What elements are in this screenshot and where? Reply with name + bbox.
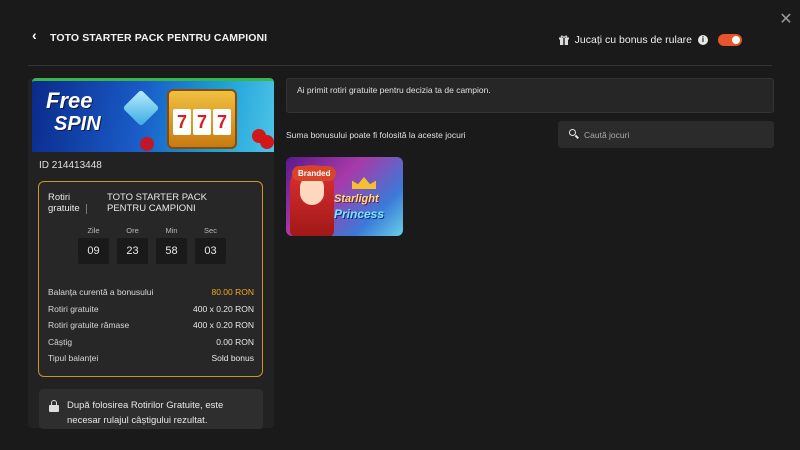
- info-value: 80.00 RON: [211, 287, 254, 297]
- info-value: Sold bonus: [211, 353, 254, 363]
- lock-icon: [49, 400, 59, 412]
- info-row-free-spins: Rotiri gratuite 400 x 0.20 RON: [48, 304, 254, 321]
- bonus-rollover-toggle-group: Jucați cu bonus de rulare i: [558, 34, 742, 46]
- game-logo-line1: Starlight: [334, 193, 379, 205]
- game-logo-line2: Princess: [334, 207, 385, 221]
- search-icon: [569, 129, 579, 139]
- info-row-remaining-spins: Rotiri gratuite rămase 400 x 0.20 RON: [48, 320, 254, 337]
- free-spin-banner: Free SPIN 7 7 7: [32, 78, 274, 152]
- timer-label: Sec: [204, 226, 217, 235]
- bonus-id: ID 214413448: [39, 160, 102, 171]
- header-divider: [28, 65, 772, 66]
- timer-hours: Ore 23: [117, 226, 148, 264]
- page-title: TOTO STARTER PACK PENTRU CAMPIONI: [50, 32, 268, 44]
- info-icon[interactable]: i: [698, 35, 708, 45]
- info-label: Rotiri gratuite rămase: [48, 320, 130, 330]
- info-row-current-balance: Balanța curentă a bonusului 80.00 RON: [48, 287, 254, 304]
- bonus-type-label: Rotiri gratuite: [48, 192, 80, 214]
- info-value: 400 x 0.20 RON: [193, 303, 254, 314]
- timer-value: 23: [117, 238, 148, 264]
- search-box[interactable]: [558, 121, 774, 148]
- timer-label: Zile: [87, 226, 100, 235]
- info-row-winnings: Câștig 0.00 RON: [48, 337, 254, 354]
- bonus-rollover-switch[interactable]: [718, 34, 742, 46]
- info-label: Rotiri gratuite: [48, 303, 99, 314]
- message-text: Ai primit rotiri gratuite pentru decizia…: [297, 85, 491, 95]
- slot-reel: 7: [213, 109, 231, 135]
- timer-label: Ore: [126, 226, 139, 235]
- info-value: 400 x 0.20 RON: [193, 320, 254, 330]
- eligible-games-label: Suma bonusului poate fi folosită la aces…: [286, 130, 466, 140]
- info-label: Balanța curentă a bonusului: [48, 287, 154, 297]
- header: ‹ TOTO STARTER PACK PENTRU CAMPIONI Juca…: [28, 24, 760, 54]
- timer-seconds: Sec 03: [195, 226, 226, 264]
- search-input[interactable]: [584, 121, 769, 148]
- timer-minutes: Min 58: [156, 226, 187, 264]
- apple-icon: [140, 137, 154, 151]
- character-face: [300, 177, 324, 205]
- info-label: Tipul balanței: [48, 353, 99, 363]
- crown-icon: [352, 177, 376, 189]
- timer-value: 09: [78, 238, 109, 264]
- gift-icon: [558, 35, 569, 45]
- info-value: 0.00 RON: [216, 336, 254, 347]
- close-icon[interactable]: ✕: [778, 12, 794, 28]
- bonus-details-card: Rotiri gratuite TOTO STARTER PACK PENTRU…: [38, 181, 263, 377]
- game-tile-starlight-princess[interactable]: Starlight Princess Branded: [286, 157, 403, 236]
- divider: [86, 204, 87, 214]
- timer-days: Zile 09: [78, 226, 109, 264]
- slot-machine-icon: 7 7 7: [167, 89, 237, 149]
- timer-value: 58: [156, 238, 187, 264]
- cherry-icon: [260, 135, 274, 149]
- slot-reel: 7: [193, 109, 211, 135]
- wagering-notice: După folosirea Rotirilor Gratuite, este …: [39, 389, 263, 429]
- message-box: Ai primit rotiri gratuite pentru decizia…: [286, 78, 774, 113]
- countdown-timer: Zile 09 Ore 23 Min 58 Sec 03: [78, 226, 226, 264]
- switch-knob: [732, 36, 740, 44]
- banner-text-free: Free: [46, 88, 93, 113]
- bonus-info-list: Balanța curentă a bonusului 80.00 RON Ro…: [48, 287, 254, 370]
- banner-text-spin: SPIN: [54, 113, 101, 135]
- info-label: Câștig: [48, 336, 73, 347]
- info-row-balance-type: Tipul balanței Sold bonus: [48, 353, 254, 370]
- notice-text: După folosirea Rotirilor Gratuite, este …: [67, 400, 224, 426]
- timer-value: 03: [195, 238, 226, 264]
- back-chevron-icon[interactable]: ‹: [32, 27, 37, 43]
- timer-label: Min: [165, 226, 178, 235]
- bonus-toggle-label: Jucați cu bonus de rulare: [574, 34, 692, 46]
- branded-badge: Branded: [292, 166, 337, 181]
- slot-reel: 7: [173, 109, 191, 135]
- diamond-icon: [122, 89, 160, 127]
- bonus-name: TOTO STARTER PACK PENTRU CAMPIONI: [107, 192, 207, 214]
